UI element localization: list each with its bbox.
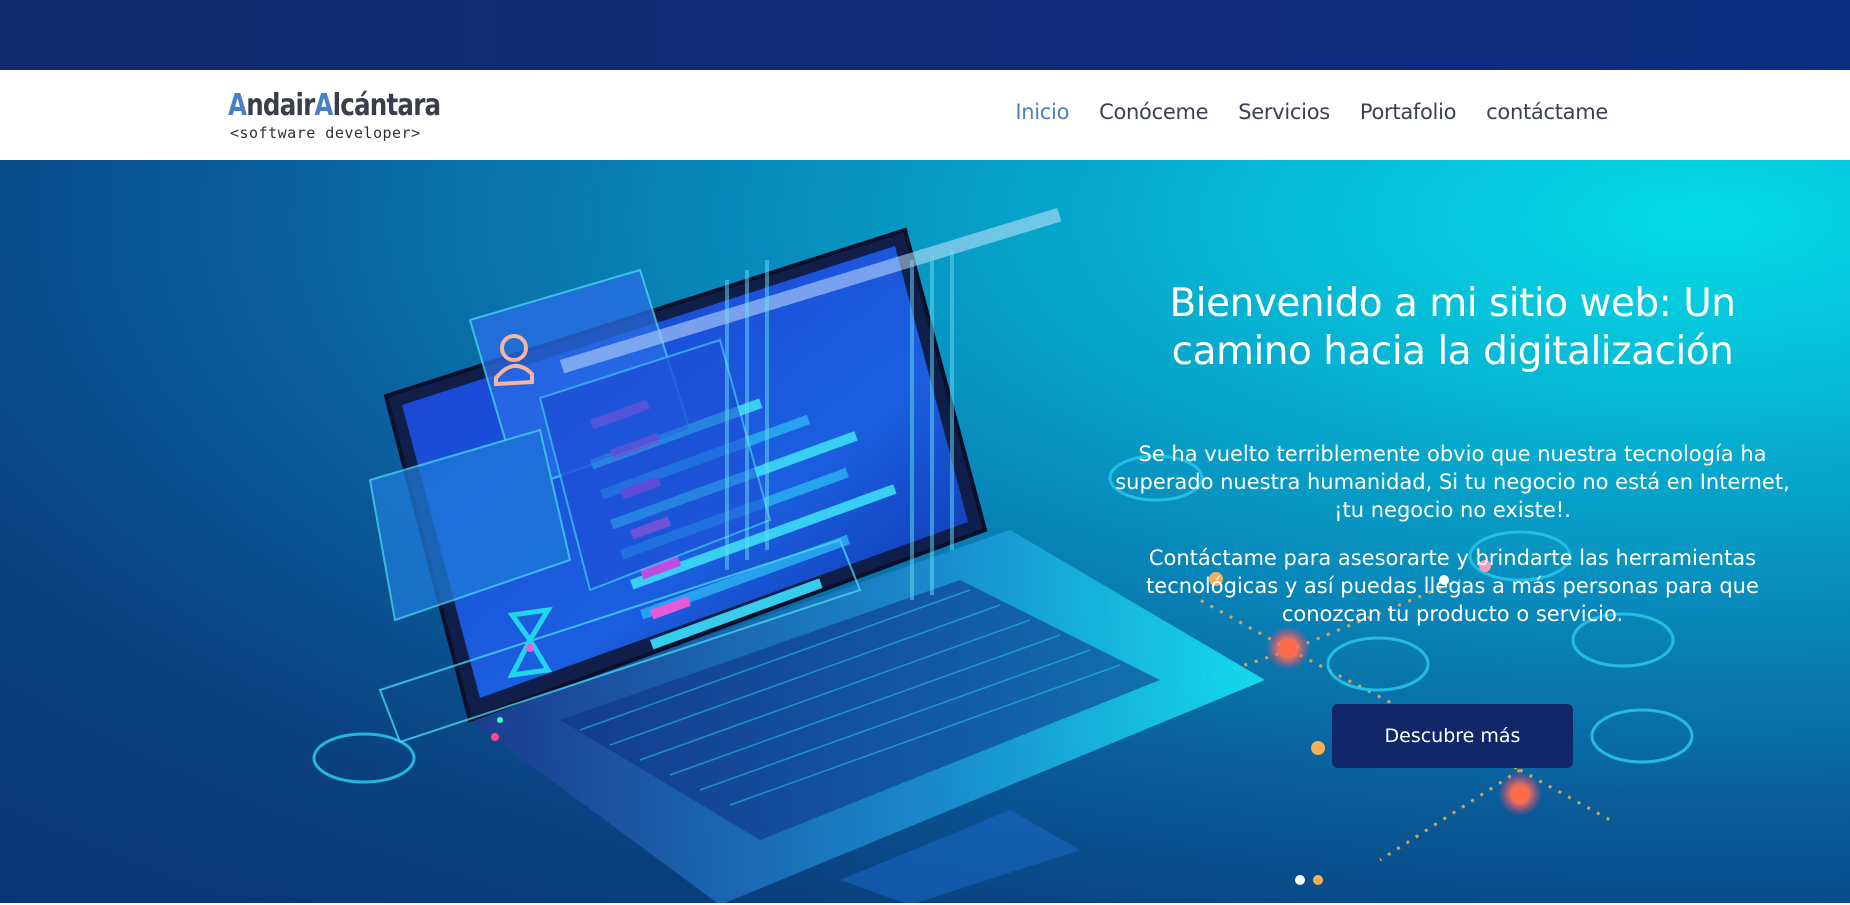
nav-item-contactame[interactable]: contáctame xyxy=(1486,100,1608,124)
hero-paragraph-1: Se ha vuelto terriblemente obvio que nue… xyxy=(1115,442,1790,522)
logo-last-name: lcántara xyxy=(332,88,441,123)
nav-item-servicios[interactable]: Servicios xyxy=(1238,100,1330,124)
nav-item-conoceme[interactable]: Conóceme xyxy=(1099,100,1208,124)
hero-title: Bienvenido a mi sitio web: Un camino hac… xyxy=(1169,281,1736,374)
hero-section: Bienvenido a mi sitio web: Un camino hac… xyxy=(0,160,1850,905)
logo-initial-a: A xyxy=(228,88,247,123)
top-bar xyxy=(0,0,1850,70)
site-logo[interactable]: AndairAlcántara <software developer> xyxy=(228,88,441,146)
logo-wordmark: AndairAlcántara xyxy=(228,88,441,123)
hero-text-block: Bienvenido a mi sitio web: Un camino hac… xyxy=(1115,280,1790,628)
hero-paragraph-2: Contáctame para asesorarte y brindarte l… xyxy=(1146,546,1759,626)
main-nav: Inicio Conóceme Servicios Portafolio con… xyxy=(1015,100,1608,124)
descubre-mas-button[interactable]: Descubre más xyxy=(1332,704,1573,768)
logo-initial-b: A xyxy=(314,88,333,123)
nav-item-portafolio[interactable]: Portafolio xyxy=(1360,100,1457,124)
logo-subtitle: <software developer> xyxy=(230,124,421,142)
nav-item-inicio[interactable]: Inicio xyxy=(1015,100,1069,124)
site-header: AndairAlcántara <software developer> Ini… xyxy=(0,70,1850,160)
logo-first-name: ndair xyxy=(246,88,315,123)
